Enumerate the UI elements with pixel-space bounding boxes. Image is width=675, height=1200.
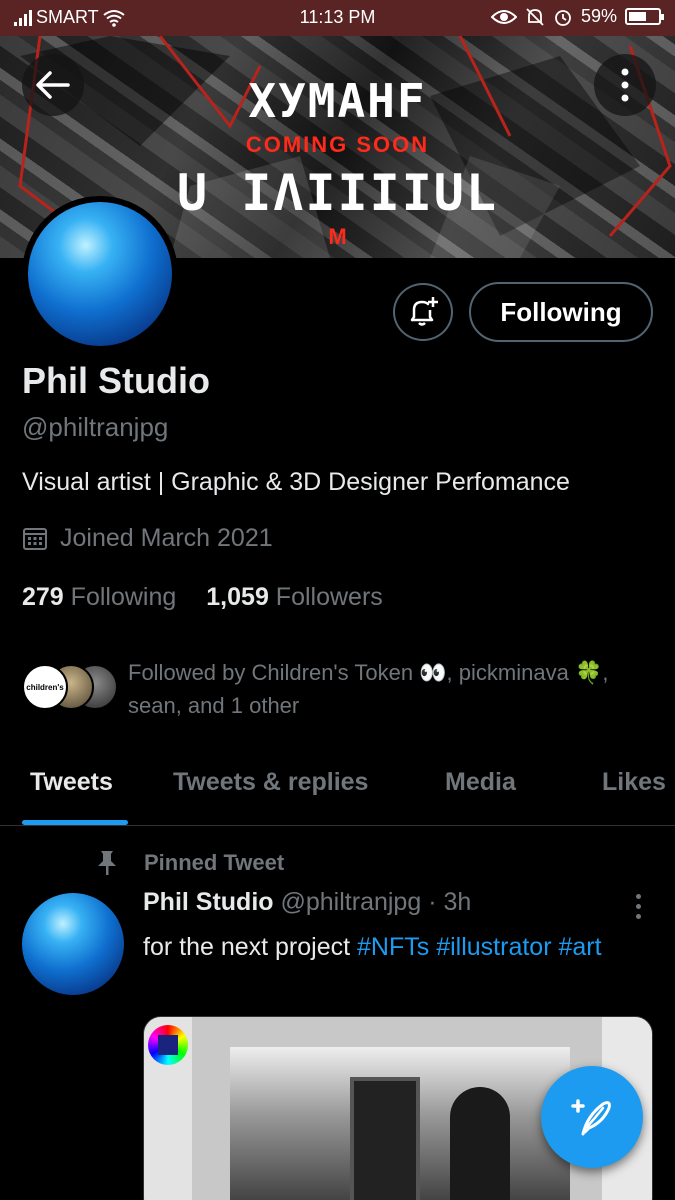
followed-by[interactable]: children's Followed by Children's Token … [22, 656, 642, 722]
battery-level [629, 12, 646, 21]
tab-tweets-replies[interactable]: Tweets & replies [173, 768, 368, 797]
active-tab-indicator [22, 820, 128, 825]
hashtag-link[interactable]: #NFTs [357, 933, 429, 961]
pin-icon [98, 851, 116, 875]
following-button[interactable]: Following [469, 282, 653, 342]
compose-tweet-button[interactable] [541, 1066, 643, 1168]
following-stat[interactable]: 279 Following [22, 583, 176, 612]
followed-by-text: Followed by Children's Token 👀, pickmina… [128, 660, 609, 718]
media-toolbox [144, 1017, 192, 1200]
following-count: 279 [22, 583, 64, 611]
add-notification-bell-icon [410, 297, 438, 326]
followers-label: Followers [275, 583, 383, 611]
alarm-icon [555, 9, 571, 26]
followers-stat[interactable]: 1,059 Followers [206, 583, 383, 612]
tweet-avatar-image [22, 893, 124, 995]
tweet-author-avatar[interactable] [22, 893, 124, 995]
tweet-more-button[interactable] [630, 892, 646, 922]
status-bar: SMART 11:13 PM 59% [0, 0, 675, 36]
color-wheel [148, 1025, 188, 1065]
tab-media[interactable]: Media [445, 768, 516, 797]
tweet-separator: · [428, 888, 437, 916]
back-arrow-icon [36, 71, 70, 99]
followed-by-avatars: children's [22, 664, 118, 710]
banner-logo-top: ХУМАНF [248, 74, 427, 128]
tweet-author-handle[interactable]: @philtranjpg [281, 888, 422, 916]
hashtag-link[interactable]: #illustrator [436, 933, 551, 961]
joined-date: Joined March 2021 [22, 524, 273, 553]
follow-stats: 279 Following 1,059 Followers [22, 583, 383, 612]
silent-bell-icon [526, 7, 544, 26]
media-canvas [230, 1047, 570, 1200]
tweet-header: Phil Studio @philtranjpg · 3h [143, 888, 471, 917]
profile-bio: Visual artist | Graphic & 3D Designer Pe… [22, 468, 570, 496]
tweet-body: for the next project [143, 933, 351, 961]
eye-icon [490, 9, 517, 24]
avatar-image [28, 202, 172, 346]
shrine-door [350, 1077, 420, 1200]
hashtag-link[interactable]: #art [558, 933, 601, 961]
vertical-dots-icon [621, 68, 629, 102]
tab-likes[interactable]: Likes [602, 768, 666, 797]
tweet-time[interactable]: 3h [443, 888, 471, 916]
banner-coming-soon: COMING SOON [245, 132, 430, 157]
status-right: 59% [490, 6, 664, 27]
pinned-tweet-label: Pinned Tweet [96, 850, 284, 876]
tweet-text: for the next project #NFTs #illustrator … [143, 928, 643, 966]
pinned-label: Pinned Tweet [144, 850, 285, 875]
battery-percent: 59% [580, 6, 617, 26]
profile-tabs: Tweets Tweets & replies Media Likes [0, 756, 675, 826]
profile-handle: @philtranjpg [22, 412, 169, 442]
figure-silhouette [450, 1087, 510, 1200]
following-label: Following [70, 583, 177, 611]
back-button[interactable] [22, 54, 84, 116]
follower-avatar: children's [22, 664, 68, 710]
joined-label: Joined March 2021 [60, 524, 273, 552]
more-options-button[interactable] [594, 54, 656, 116]
compose-tweet-icon [571, 1099, 611, 1136]
battery-icon [625, 8, 664, 25]
tweet-author-name[interactable]: Phil Studio [143, 888, 274, 916]
followers-count: 1,059 [206, 583, 269, 611]
profile-name: Phil Studio [22, 360, 210, 401]
tab-tweets[interactable]: Tweets [30, 768, 113, 797]
profile-avatar[interactable] [22, 196, 178, 352]
calendar-icon [23, 527, 47, 550]
notifications-button[interactable] [393, 283, 453, 341]
